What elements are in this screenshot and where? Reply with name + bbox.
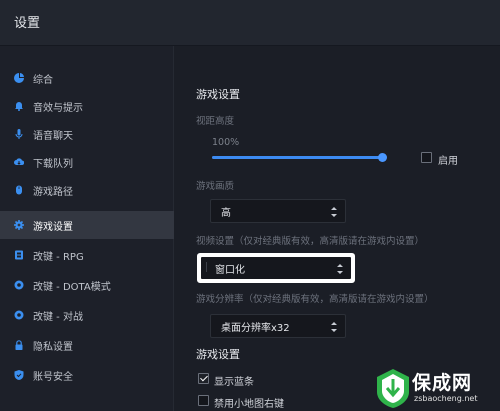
keymap-icon — [14, 310, 24, 320]
section-title-game-settings: 游戏设置 — [196, 88, 240, 101]
sidebar-item-privacy[interactable]: 隐私设置 — [0, 331, 174, 359]
sidebar-item-keymap-rpg[interactable]: 改键 - RPG — [0, 241, 174, 269]
enable-label: 启用 — [438, 156, 458, 167]
resolution-select-value: 桌面分辨率x32 — [221, 322, 290, 334]
sidebar-item-voice[interactable]: 语音聊天 — [0, 120, 174, 148]
sidebar-item-label: 改键 - DOTA模式 — [33, 281, 111, 293]
sidebar-item-label: 综合 — [33, 74, 53, 86]
sidebar: 综合 音效与提示 语音聊天 下载队列 游戏路径 游戏设置 改键 - RPG 改键… — [0, 46, 174, 411]
quality-label: 游戏画质 — [196, 181, 235, 192]
window-title: 设置 — [14, 16, 41, 31]
sidebar-item-downloads[interactable]: 下载队列 — [0, 148, 174, 176]
slider-handle[interactable] — [378, 153, 387, 162]
video-mode-select-box: 窗口化 — [201, 257, 351, 279]
sidebar-item-label: 语音聊天 — [33, 130, 73, 142]
resolution-label: 游戏分辨率（仅对经典版有效，高清版请在游戏内设置） — [196, 294, 434, 305]
sidebar-item-label: 账号安全 — [33, 371, 73, 383]
sidebar-item-label: 游戏设置 — [33, 221, 73, 233]
keymap-icon — [14, 280, 24, 290]
sidebar-item-sound[interactable]: 音效与提示 — [0, 92, 174, 120]
microphone-icon — [14, 129, 24, 139]
sidebar-item-label: 隐私设置 — [33, 341, 73, 353]
quality-select[interactable]: 高 — [210, 199, 346, 223]
disable-minimap-rightclick-label: 禁用小地图右键 — [214, 399, 284, 410]
select-arrows-icon — [331, 322, 337, 332]
sidebar-item-keymap-battle[interactable]: 改键 - 对战 — [0, 301, 174, 329]
slider-fill — [212, 156, 382, 159]
video-mode-select-value: 窗口化 — [215, 264, 245, 276]
watermark-text: 保成网 — [412, 372, 473, 394]
sidebar-item-label: 音效与提示 — [33, 102, 83, 114]
sidebar-item-label: 改键 - RPG — [33, 251, 84, 263]
sidebar-item-game-path[interactable]: 游戏路径 — [0, 176, 174, 204]
sidebar-item-label: 下载队列 — [33, 158, 73, 170]
sidebar-item-game-settings[interactable]: 游戏设置 — [0, 211, 174, 239]
view-height-label: 视距高度 — [196, 116, 235, 127]
pie-chart-icon — [14, 73, 24, 83]
shield-icon — [14, 370, 24, 380]
watermark-logo-icon — [377, 369, 409, 408]
show-blue-bar-checkbox[interactable] — [198, 373, 209, 384]
enable-checkbox[interactable] — [421, 152, 432, 163]
cloud-download-icon — [14, 157, 24, 167]
select-arrows-icon — [337, 264, 343, 274]
watermark: 保成网 zsbaocheng.net — [374, 364, 500, 411]
disable-minimap-rightclick-checkbox[interactable] — [198, 395, 209, 406]
resolution-select[interactable]: 桌面分辨率x32 — [210, 314, 346, 338]
lock-icon — [14, 340, 24, 350]
section-title-game-settings-2: 游戏设置 — [196, 348, 240, 361]
title-bar: 设置 — [0, 0, 500, 46]
sidebar-item-general[interactable]: 综合 — [0, 64, 174, 92]
show-blue-bar-label: 显示蓝条 — [214, 377, 254, 388]
sidebar-item-label: 游戏路径 — [33, 186, 73, 198]
select-arrows-icon — [331, 207, 337, 217]
video-settings-label: 视频设置（仅对经典版有效，高清版请在游戏内设置） — [196, 236, 425, 247]
video-mode-select[interactable]: 窗口化 — [197, 253, 355, 283]
view-height-value: 100% — [212, 137, 240, 148]
gear-icon — [14, 220, 24, 230]
quality-select-value: 高 — [221, 207, 231, 219]
sidebar-item-keymap-dota[interactable]: 改键 - DOTA模式 — [0, 271, 174, 299]
keymap-icon — [14, 250, 24, 260]
view-height-slider[interactable] — [212, 153, 387, 162]
sidebar-item-account-security[interactable]: 账号安全 — [0, 361, 174, 389]
sidebar-item-label: 改键 - 对战 — [33, 311, 83, 323]
mouse-icon — [14, 185, 24, 195]
bell-icon — [14, 101, 24, 111]
watermark-url: zsbaocheng.net — [414, 394, 478, 403]
